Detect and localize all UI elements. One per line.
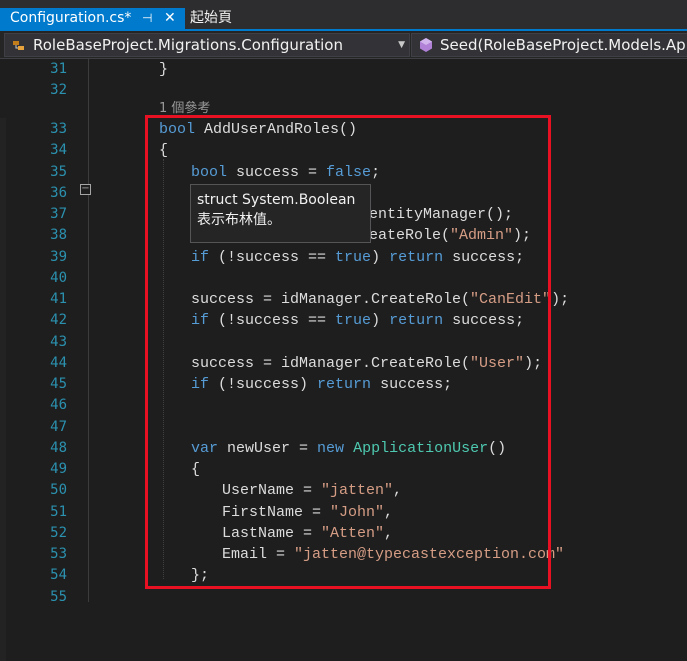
line-number: 31 [50, 61, 67, 77]
member-dropdown[interactable]: Seed(RoleBaseProject.Models.Applic [411, 33, 687, 57]
line-number: 46 [50, 397, 67, 413]
line-number: 54 [50, 567, 67, 583]
line-number: 39 [50, 249, 67, 265]
class-icon [13, 41, 24, 50]
method-icon [420, 38, 432, 52]
member-dropdown-label: Seed(RoleBaseProject.Models.Applic [440, 36, 687, 54]
tab-configuration-cs[interactable]: Configuration.cs* ⊣ ✕ [0, 8, 185, 29]
line-number: 38 [50, 227, 67, 243]
line-number: 32 [50, 82, 67, 98]
line-number: 51 [50, 504, 67, 520]
highlight-rectangle [145, 115, 551, 589]
tab-start-page[interactable]: 起始頁 [190, 8, 232, 29]
line-number: 40 [50, 270, 67, 286]
line-number: 42 [50, 312, 67, 328]
tab-label: Configuration.cs* [10, 10, 132, 26]
line-number: 45 [50, 376, 67, 392]
type-dropdown-label: RoleBaseProject.Migrations.Configuration [33, 36, 343, 54]
line-number: 33 [50, 121, 67, 137]
line-number: 35 [50, 164, 67, 180]
chevron-down-icon: ▼ [398, 40, 405, 50]
line-number: 44 [50, 355, 67, 371]
line-number: 53 [50, 546, 67, 562]
line-number: 37 [50, 206, 67, 222]
line-number: 50 [50, 482, 67, 498]
document-tab-bar: Configuration.cs* ⊣ ✕ 起始頁 [0, 0, 687, 31]
line-number: 55 [50, 589, 67, 605]
line-number: 52 [50, 525, 67, 541]
line-number: 41 [50, 291, 67, 307]
line-number: 48 [50, 440, 67, 456]
line-number: 43 [50, 334, 67, 350]
pin-icon[interactable]: ⊣ [142, 8, 152, 29]
collapse-icon[interactable]: − [80, 184, 91, 195]
line-number: 34 [50, 142, 67, 158]
navigation-bar: RoleBaseProject.Migrations.Configuration… [0, 31, 687, 59]
line-number: 49 [50, 461, 67, 477]
close-icon[interactable]: ✕ [164, 8, 176, 29]
line-number: 47 [50, 419, 67, 435]
type-dropdown[interactable]: RoleBaseProject.Migrations.Configuration… [4, 33, 410, 57]
code-line-31: } [159, 61, 169, 78]
outline-margin-line [88, 59, 89, 602]
line-number: 36 [50, 185, 67, 201]
